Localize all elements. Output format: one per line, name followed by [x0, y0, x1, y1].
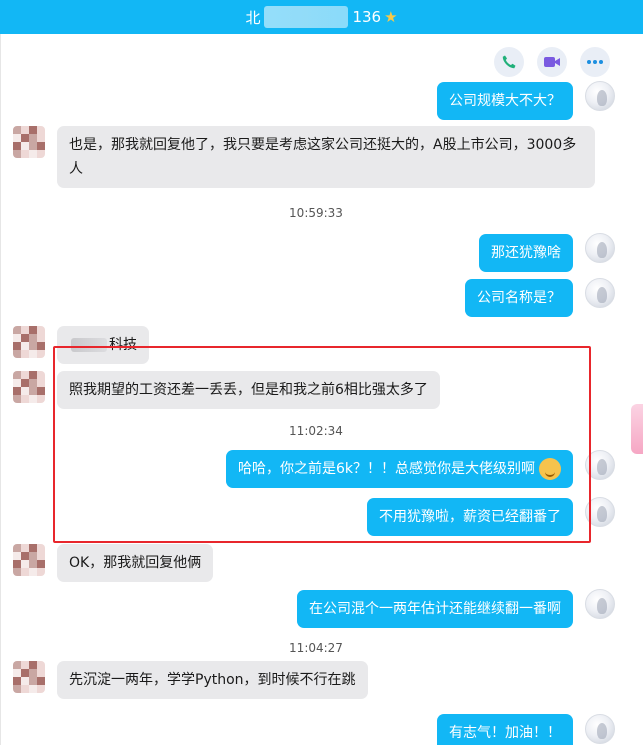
chat-panel: 公司规模大不大？ 也是，那我就回复他了，我只要是考虑这家公司还挺大的，A股上市公…	[0, 34, 643, 745]
message-incoming: 照我期望的工资还差一丢丢，但是和我之前6相比强太多了	[13, 371, 440, 409]
side-sticker-edge	[631, 404, 643, 454]
my-avatar[interactable]	[585, 497, 615, 527]
contact-avatar[interactable]	[13, 126, 45, 158]
message-incoming: 科技	[13, 326, 149, 364]
message-bubble[interactable]: 在公司混个一两年估计还能继续翻一番啊	[297, 590, 573, 628]
my-avatar[interactable]	[585, 81, 615, 111]
message-incoming: OK，那我就回复他俩	[13, 544, 214, 582]
message-bubble[interactable]: 公司名称是？	[465, 279, 573, 317]
chat-title[interactable]: 北 136 ★	[245, 6, 398, 28]
chat-title-suffix: 136	[352, 8, 382, 26]
message-text: 哈哈，你之前是6k？！！总感觉你是大佬级别啊	[237, 461, 535, 477]
message-incoming: 也是，那我就回复他了，我只要是考虑这家公司还挺大的，A股上市公司，3000多人	[13, 126, 595, 188]
message-bubble[interactable]: 照我期望的工资还差一丢丢，但是和我之前6相比强太多了	[57, 371, 440, 409]
more-options-button[interactable]	[580, 47, 610, 77]
chat-header: 北 136 ★	[0, 0, 643, 34]
chat-title-prefix: 北	[245, 8, 261, 27]
my-avatar[interactable]	[585, 714, 615, 744]
star-icon: ★	[384, 8, 398, 26]
blurred-name	[264, 6, 349, 28]
message-incoming: 先沉淀一两年，学学Python，到时候不行在跳	[13, 661, 368, 699]
message-bubble[interactable]: 也是，那我就回复他了，我只要是考虑这家公司还挺大的，A股上市公司，3000多人	[57, 126, 595, 188]
laughing-emoji-icon	[539, 458, 561, 480]
my-avatar[interactable]	[585, 450, 615, 480]
message-outgoing: 有志气！加油！！	[437, 714, 573, 745]
message-outgoing: 哈哈，你之前是6k？！！总感觉你是大佬级别啊	[225, 450, 573, 488]
message-bubble[interactable]: 不用犹豫啦，薪资已经翻番了	[367, 498, 573, 536]
redacted-text	[71, 338, 107, 352]
my-avatar[interactable]	[585, 278, 615, 308]
message-outgoing: 在公司混个一两年估计还能继续翻一番啊	[297, 590, 573, 628]
message-bubble[interactable]: 先沉淀一两年，学学Python，到时候不行在跳	[57, 661, 368, 699]
message-outgoing: 不用犹豫啦，薪资已经翻番了	[367, 498, 573, 536]
my-avatar[interactable]	[585, 233, 615, 263]
timestamp: 11:02:34	[289, 424, 343, 438]
video-call-button[interactable]	[537, 47, 567, 77]
chat-toolbar	[494, 47, 610, 77]
contact-avatar[interactable]	[13, 371, 45, 403]
message-bubble[interactable]: 那还犹豫啥	[479, 234, 573, 272]
message-bubble[interactable]: 公司规模大不大？	[437, 82, 573, 120]
contact-avatar[interactable]	[13, 544, 45, 576]
message-bubble[interactable]: OK，那我就回复他俩	[57, 544, 214, 582]
message-bubble[interactable]: 哈哈，你之前是6k？！！总感觉你是大佬级别啊	[225, 450, 573, 488]
contact-avatar[interactable]	[13, 661, 45, 693]
more-icon	[587, 60, 603, 64]
message-outgoing: 公司名称是？	[465, 279, 573, 317]
message-text: 科技	[109, 337, 137, 353]
phone-icon	[502, 55, 516, 69]
contact-avatar[interactable]	[13, 326, 45, 358]
video-icon	[544, 57, 560, 67]
timestamp: 10:59:33	[289, 206, 343, 220]
timestamp: 11:04:27	[289, 641, 343, 655]
message-bubble[interactable]: 科技	[57, 326, 149, 364]
my-avatar[interactable]	[585, 589, 615, 619]
message-outgoing: 那还犹豫啥	[479, 234, 573, 272]
phone-call-button[interactable]	[494, 47, 524, 77]
message-bubble[interactable]: 有志气！加油！！	[437, 714, 573, 745]
message-outgoing: 公司规模大不大？	[437, 82, 573, 120]
